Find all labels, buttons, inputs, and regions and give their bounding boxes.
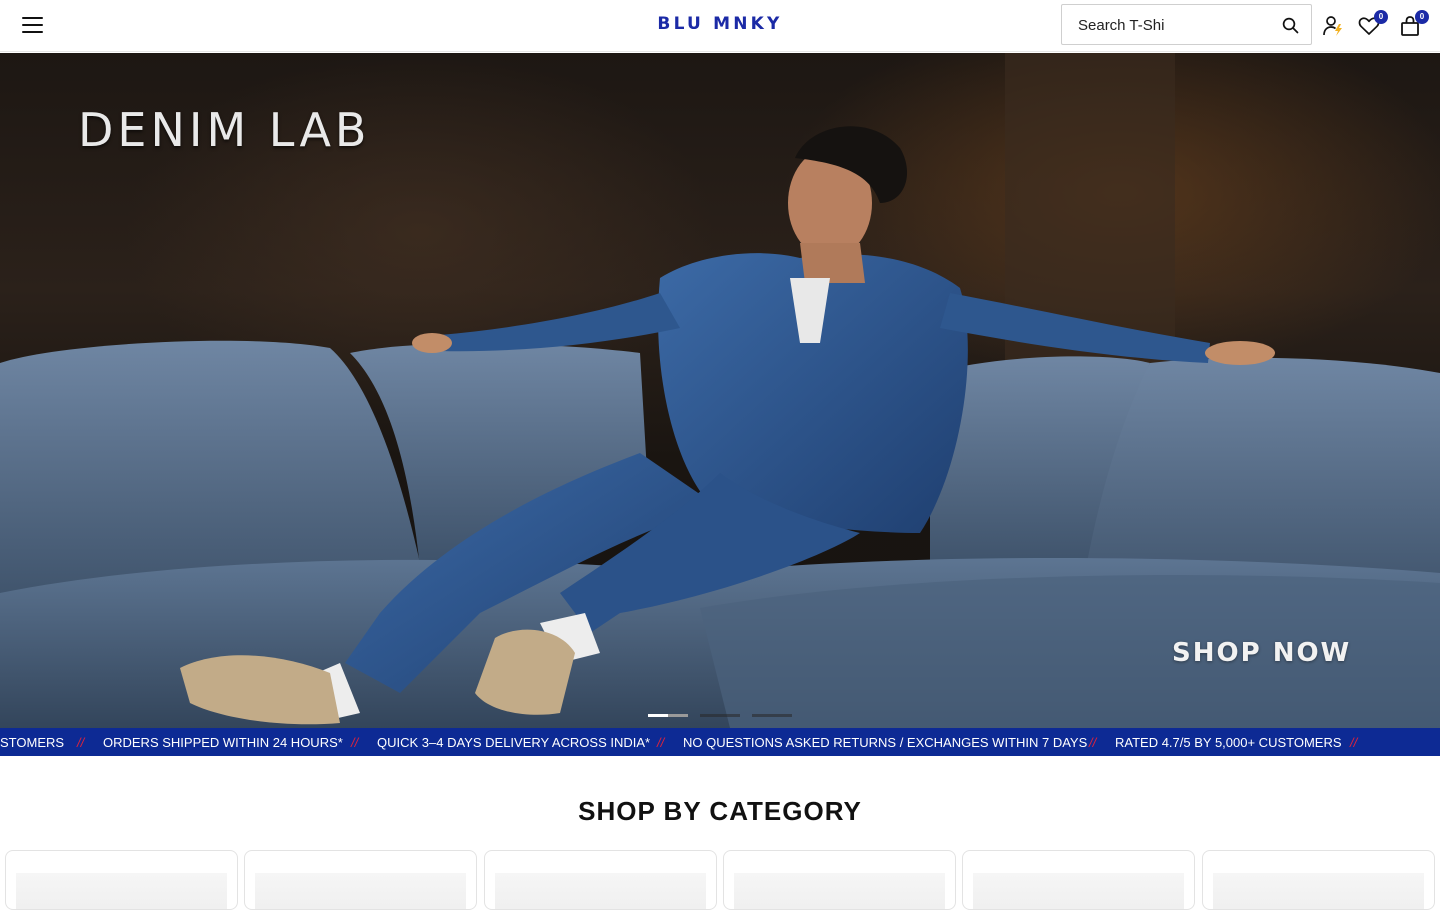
section-title: SHOP BY CATEGORY xyxy=(578,796,862,826)
category-card[interactable] xyxy=(1202,850,1435,910)
category-image xyxy=(255,873,466,909)
ticker-separator: // xyxy=(351,735,359,750)
menu-icon[interactable] xyxy=(22,17,43,35)
shop-now-link[interactable]: SHOP NOW xyxy=(1172,638,1351,668)
ticker-separator: // xyxy=(77,735,85,750)
announcement-ticker: STOMERS // ORDERS SHIPPED WITHIN 24 HOUR… xyxy=(0,728,1440,756)
category-image xyxy=(973,873,1184,909)
wishlist-count-badge: 0 xyxy=(1374,10,1388,24)
category-card[interactable] xyxy=(5,850,238,910)
slider-dots xyxy=(648,714,792,717)
account-icon[interactable] xyxy=(1321,14,1345,38)
cart-count-badge: 0 xyxy=(1415,10,1429,24)
ticker-item: NO QUESTIONS ASKED RETURNS / EXCHANGES W… xyxy=(683,735,1088,750)
ticker-item: ORDERS SHIPPED WITHIN 24 HOURS* xyxy=(103,735,343,750)
slide-dot-2[interactable] xyxy=(700,714,740,717)
search-icon[interactable] xyxy=(1282,17,1299,34)
cart-icon[interactable]: 0 xyxy=(1398,10,1429,38)
ticker-separator: // xyxy=(1089,735,1097,750)
brand-logo[interactable]: BLU MNKY xyxy=(620,14,820,34)
ticker-item: QUICK 3–4 DAYS DELIVERY ACROSS INDIA* xyxy=(377,735,651,750)
ticker-separator: // xyxy=(657,735,665,750)
category-image xyxy=(1213,873,1424,909)
slide-dot-1[interactable] xyxy=(648,714,688,717)
category-image xyxy=(16,873,227,909)
site-header: BLU MNKY 0 0 xyxy=(0,0,1440,52)
ticker-item: STOMERS xyxy=(0,735,65,750)
hero-title: DENIM LAB xyxy=(78,103,371,157)
category-card[interactable] xyxy=(723,850,956,910)
search-input[interactable] xyxy=(1078,15,1268,35)
slide-dot-3[interactable] xyxy=(752,714,792,717)
ticker-separator: // xyxy=(1350,735,1358,750)
search-box[interactable] xyxy=(1061,4,1312,45)
hero-banner[interactable]: DENIM LAB SHOP NOW xyxy=(0,53,1440,728)
wishlist-icon[interactable]: 0 xyxy=(1357,10,1388,38)
category-card[interactable] xyxy=(962,850,1195,910)
category-card[interactable] xyxy=(484,850,717,910)
category-image xyxy=(495,873,706,909)
ticker-item: RATED 4.7/5 BY 5,000+ CUSTOMERS xyxy=(1115,735,1342,750)
category-card[interactable] xyxy=(244,850,477,910)
category-image xyxy=(734,873,945,909)
